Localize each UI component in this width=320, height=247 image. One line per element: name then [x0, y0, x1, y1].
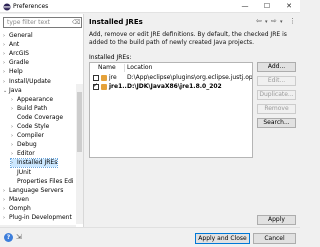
- jre-name: jre: [109, 74, 117, 81]
- installed-jres-page: Installed JREs ⇦ ▾ ⇨ ▾ ⋮ Add, remove or …: [85, 14, 300, 227]
- remove-button[interactable]: Remove: [257, 104, 296, 114]
- page-description: Add, remove or edit JRE definitions. By …: [89, 31, 287, 46]
- tree-item-label: Maven: [9, 195, 29, 203]
- jre-table: Name Location jre D:\App\eclipse\plugins…: [89, 62, 253, 158]
- window-title: Preferences: [13, 3, 49, 10]
- tree-item-label: Plug-in Development: [9, 214, 72, 221]
- page-title: Installed JREs: [89, 18, 143, 26]
- tree-item-label: Code Coverage: [17, 113, 64, 121]
- maximize-button[interactable]: ☐: [256, 0, 278, 13]
- column-divider[interactable]: [124, 64, 125, 72]
- clear-filter-icon[interactable]: ⌫: [72, 19, 80, 27]
- eclipse-app-icon: [3, 3, 11, 11]
- tree-item-label: Language Servers: [9, 186, 64, 194]
- forward-menu-chevron-icon[interactable]: ▾: [280, 19, 283, 25]
- tree-item-label: Install/Update: [9, 77, 51, 85]
- forward-icon[interactable]: ⇨: [271, 17, 277, 25]
- tree-item[interactable]: › Installed JREs: [9, 158, 59, 169]
- tree-item-label: General: [9, 32, 33, 39]
- tree-item[interactable]: Code Coverage: [11, 114, 63, 122]
- apply-and-close-button[interactable]: Apply and Close: [195, 233, 250, 244]
- tree-item[interactable]: › Maven: [3, 196, 29, 204]
- back-icon[interactable]: ⇦: [256, 17, 262, 25]
- scroll-thumb[interactable]: [77, 92, 82, 152]
- tree-item-label: ArcGIS: [9, 50, 29, 58]
- tree-item-label: Installed JREs: [17, 159, 58, 167]
- tree-item[interactable]: › Install/Update: [3, 78, 51, 86]
- tree-item-label: Oomph: [9, 204, 31, 212]
- tree-item-label: Java: [9, 86, 22, 94]
- tree-item[interactable]: › Ant: [3, 41, 19, 49]
- tree-item-label: Debug: [17, 141, 37, 149]
- tree-item-label: Code Style: [17, 123, 50, 130]
- jre-library-icon: [101, 75, 107, 81]
- tree-item[interactable]: › Debug: [11, 141, 37, 149]
- column-header-name[interactable]: Name: [98, 64, 116, 72]
- tree-item-label: Gradle: [9, 59, 29, 67]
- tree-item-label: Build Path: [17, 104, 48, 112]
- tree-item-label: Help: [9, 68, 23, 76]
- minimize-button[interactable]: —: [234, 0, 256, 13]
- tree-item[interactable]: › Code Style: [11, 123, 49, 131]
- tree-item-label: Properties Files Edi: [17, 177, 74, 185]
- export-preferences-icon[interactable]: ⇲: [16, 233, 25, 242]
- tree-item-label: Appearance: [17, 95, 54, 103]
- column-header-location[interactable]: Location: [127, 64, 152, 72]
- duplicate-button[interactable]: Duplicate...: [257, 90, 296, 100]
- tree-item[interactable]: › ArcGIS: [3, 50, 29, 58]
- search-button[interactable]: Search...: [257, 118, 296, 128]
- apply-button[interactable]: Apply: [257, 215, 296, 225]
- tree-item[interactable]: › Plug-in Development: [3, 214, 72, 222]
- cancel-button[interactable]: Cancel: [253, 233, 296, 244]
- tree-item[interactable]: JUnit: [11, 169, 31, 177]
- filter-placeholder: type filter text: [7, 19, 51, 26]
- jre-location: D:\App\eclipse\plugins\org.eclipse.justj…: [127, 74, 253, 81]
- view-menu-icon[interactable]: ⋮: [289, 17, 296, 25]
- preferences-tree-pane: type filter text ⌫ › General › Ant › ArcGIS › G…: [0, 14, 84, 231]
- close-button[interactable]: ✕: [278, 0, 300, 13]
- table-row[interactable]: jre D:\App\eclipse\plugins\org.eclipse.j…: [90, 74, 252, 82]
- back-menu-chevron-icon[interactable]: ▾: [265, 19, 268, 25]
- tree-item[interactable]: › Editor: [11, 150, 35, 158]
- dialog-button-bar: ? ⇲ Apply and Close Cancel: [0, 227, 300, 247]
- tree-item[interactable]: ⌄ Java: [3, 87, 22, 95]
- tree-item[interactable]: › Oomph: [3, 205, 31, 213]
- tree-item[interactable]: › General: [3, 32, 33, 40]
- installed-jres-label: Installed JREs:: [89, 54, 132, 61]
- tree-item[interactable]: Properties Files Edi: [11, 178, 74, 186]
- tree-vertical-scrollbar[interactable]: [76, 84, 83, 224]
- tree-item[interactable]: › Appearance: [11, 96, 53, 104]
- add-button[interactable]: Add...: [257, 62, 296, 72]
- table-row[interactable]: jre1... D:\JDK\JavaX86\jre1.8.0_202: [90, 82, 252, 91]
- tree-item-label: JUnit: [17, 168, 31, 176]
- jre-checkbox[interactable]: [93, 75, 99, 81]
- tree-item[interactable]: › Compiler: [11, 132, 44, 140]
- jre-checkbox[interactable]: [93, 82, 99, 90]
- tree-item-label: Editor: [17, 150, 35, 158]
- jre-library-icon: [101, 84, 107, 90]
- tree-item[interactable]: › Build Path: [11, 105, 47, 113]
- edit-button[interactable]: Edit...: [257, 76, 296, 86]
- title-bar: Preferences — ☐ ✕: [0, 0, 300, 13]
- tree-item[interactable]: › Language Servers: [3, 187, 63, 195]
- tree-item[interactable]: › Gradle: [3, 59, 29, 67]
- tree-item-label: Compiler: [17, 132, 45, 140]
- jre-location: D:\JDK\JavaX86\jre1.8.0_202: [127, 83, 222, 90]
- help-icon[interactable]: ?: [4, 233, 13, 242]
- tree-item-label: Ant: [9, 41, 20, 49]
- tree-item[interactable]: › Help: [3, 68, 23, 76]
- filter-input[interactable]: type filter text ⌫: [3, 17, 82, 28]
